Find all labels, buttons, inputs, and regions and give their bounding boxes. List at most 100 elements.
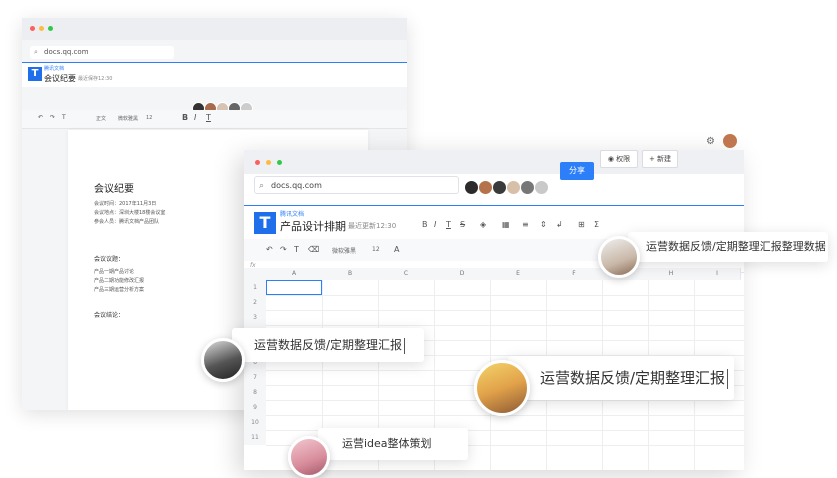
new-button[interactable]: + 新建 bbox=[642, 150, 678, 168]
redo-icon[interactable]: ↷ bbox=[280, 245, 287, 254]
avatar-icon[interactable] bbox=[723, 134, 737, 148]
back-header: T 腾讯文档 会议纪要 最近保存12:30 bbox=[22, 62, 407, 87]
section-heading: 会议议题： bbox=[94, 256, 125, 263]
comment-callout: 运营数据反馈/定期整理汇报整理数据 bbox=[628, 232, 828, 262]
underline-icon[interactable]: T bbox=[446, 220, 451, 229]
callout-text: 运营数据反馈/定期整理汇报 bbox=[254, 338, 403, 352]
clear-format-icon[interactable]: ⌫ bbox=[308, 245, 319, 254]
doc-title[interactable]: 产品设计排期 bbox=[280, 218, 346, 234]
font-select[interactable]: 微软雅黑 bbox=[332, 246, 356, 255]
bold-icon[interactable]: B bbox=[182, 113, 188, 122]
column-header[interactable]: E bbox=[490, 268, 547, 280]
minimize-dot[interactable] bbox=[39, 26, 44, 31]
maximize-dot[interactable] bbox=[48, 26, 53, 31]
valign-icon[interactable]: ⇕ bbox=[540, 220, 547, 229]
corner-cell[interactable] bbox=[244, 268, 267, 280]
meta-line: 会议时间：2017年11月3日 bbox=[94, 201, 157, 207]
row-header[interactable]: 11 bbox=[244, 430, 266, 445]
list-item: 产品三期运营分析方案 bbox=[94, 287, 145, 293]
border-icon[interactable]: ▦ bbox=[502, 220, 510, 229]
back-titlebar bbox=[22, 18, 407, 40]
close-dot[interactable] bbox=[30, 26, 35, 31]
front-url: docs.qq.com bbox=[271, 181, 322, 190]
callout-text: 运营idea整体策划 bbox=[342, 437, 432, 450]
logo-icon: T bbox=[254, 212, 276, 234]
app-name: 腾讯文档 bbox=[44, 66, 65, 72]
doc-title[interactable]: 会议纪要 bbox=[44, 73, 76, 84]
row-header[interactable]: 1 bbox=[244, 280, 266, 295]
avatar-icon[interactable] bbox=[506, 180, 521, 195]
callout-text: 运营数据反馈/定期整理汇报 bbox=[540, 369, 726, 387]
column-header[interactable]: H bbox=[648, 268, 695, 280]
avatar-icon bbox=[288, 436, 330, 478]
bold-icon[interactable]: B bbox=[422, 220, 428, 229]
row-header[interactable]: 2 bbox=[244, 295, 266, 310]
row-header[interactable]: 7 bbox=[244, 370, 266, 385]
selected-cell[interactable] bbox=[266, 280, 322, 295]
style-select[interactable]: 正文 bbox=[96, 115, 106, 122]
italic-icon[interactable]: I bbox=[434, 220, 436, 229]
comment-callout: 运营idea整体策划 bbox=[318, 428, 468, 460]
avatar-icon[interactable] bbox=[492, 180, 507, 195]
avatar-icon bbox=[474, 360, 530, 416]
grid-line bbox=[266, 310, 744, 311]
underline-icon[interactable]: T bbox=[206, 113, 211, 122]
comment-callout: 运营数据反馈/定期整理汇报 bbox=[232, 328, 424, 362]
strikethrough-icon[interactable]: S bbox=[460, 220, 465, 229]
font-select[interactable]: 微软雅黑 bbox=[118, 115, 138, 122]
front-address-bar[interactable]: ⌕ docs.qq.com bbox=[254, 176, 459, 194]
app-name: 腾讯文档 bbox=[280, 211, 305, 218]
maximize-dot[interactable] bbox=[277, 160, 282, 165]
size-select[interactable]: 12 bbox=[146, 115, 152, 121]
close-dot[interactable] bbox=[255, 160, 260, 165]
comment-callout: 运营数据反馈/定期整理汇报 bbox=[508, 356, 734, 400]
grid-line bbox=[266, 325, 744, 326]
size-select[interactable]: 12 bbox=[372, 246, 380, 253]
row-header[interactable]: 8 bbox=[244, 385, 266, 400]
avatar-icon[interactable] bbox=[464, 180, 479, 195]
avatar-icon[interactable] bbox=[534, 180, 549, 195]
saved-status: 最近保存12:30 bbox=[78, 76, 113, 82]
row-header[interactable]: 3 bbox=[244, 310, 266, 325]
column-header[interactable]: D bbox=[434, 268, 491, 280]
share-button[interactable]: 分享 bbox=[560, 162, 594, 180]
minimize-dot[interactable] bbox=[266, 160, 271, 165]
permission-button[interactable]: ◉ 权限 bbox=[600, 150, 638, 168]
settings-icon[interactable]: ⚙ bbox=[706, 136, 715, 147]
text-color-icon[interactable]: A bbox=[394, 245, 399, 254]
avatar-icon[interactable] bbox=[478, 180, 493, 195]
align-icon[interactable]: ≡ bbox=[522, 220, 529, 229]
column-header[interactable]: I bbox=[694, 268, 741, 280]
column-header[interactable]: B bbox=[322, 268, 379, 280]
row-header[interactable]: 10 bbox=[244, 415, 266, 430]
logo-icon: T bbox=[28, 67, 42, 81]
list-item: 产品一期产品讨论 bbox=[94, 269, 135, 275]
list-item: 产品二期功能修改汇报 bbox=[94, 278, 145, 284]
avatar-icon[interactable] bbox=[520, 180, 535, 195]
section-heading: 会议结论： bbox=[94, 312, 125, 319]
permission-label: 权限 bbox=[616, 155, 631, 163]
back-address-bar[interactable]: ⌕ docs.qq.com bbox=[30, 46, 174, 59]
format-painter-icon[interactable]: T bbox=[62, 114, 66, 121]
avatar-icon bbox=[598, 236, 640, 278]
saved-status: 最近更新12:30 bbox=[348, 222, 397, 230]
fill-color-icon[interactable]: ◈ bbox=[480, 220, 486, 229]
format-painter-icon[interactable]: T bbox=[294, 245, 299, 254]
undo-icon[interactable]: ↶ bbox=[266, 245, 273, 254]
meta-line: 会议地点：深圳大楼18楼会议室 bbox=[94, 210, 166, 216]
text-cursor bbox=[404, 337, 406, 354]
meta-line: 参会人员：腾讯文档产品团队 bbox=[94, 219, 160, 225]
redo-icon[interactable]: ↷ bbox=[50, 114, 55, 121]
back-url: docs.qq.com bbox=[44, 48, 89, 56]
row-header[interactable]: 9 bbox=[244, 400, 266, 415]
wrap-icon[interactable]: ↲ bbox=[556, 220, 563, 229]
undo-icon[interactable]: ↶ bbox=[38, 114, 43, 121]
sum-icon[interactable]: Σ bbox=[594, 220, 599, 229]
merge-icon[interactable]: ⊞ bbox=[578, 220, 585, 229]
text-cursor bbox=[727, 368, 729, 389]
italic-icon[interactable]: I bbox=[194, 113, 196, 122]
column-header[interactable]: C bbox=[378, 268, 435, 280]
back-toolbar: ↶ ↷ T 正文 微软雅黑 12 B I T bbox=[22, 110, 407, 129]
column-header[interactable]: F bbox=[546, 268, 603, 280]
column-header[interactable]: A bbox=[266, 268, 323, 280]
